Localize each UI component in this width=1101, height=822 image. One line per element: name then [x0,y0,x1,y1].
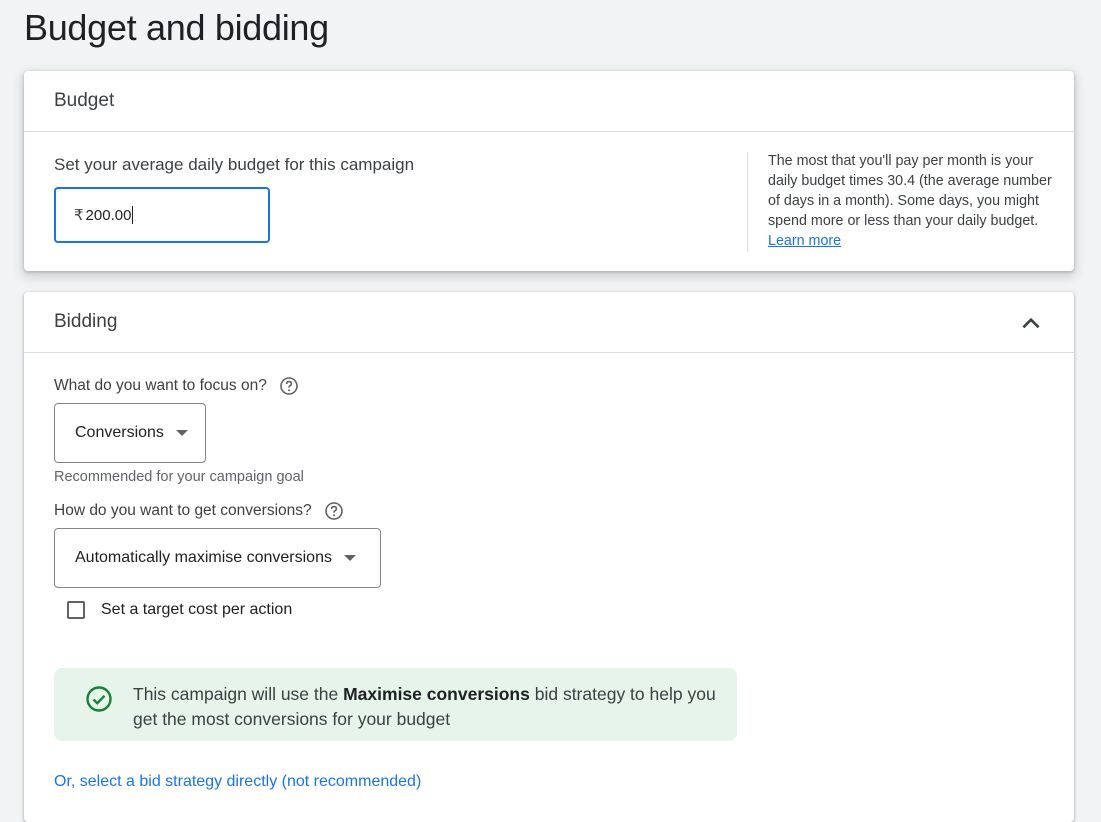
budget-card: Budget Set your average daily budget for… [24,71,1074,271]
budget-divider [747,152,748,252]
focus-dropdown-value: Conversions [75,424,164,441]
bidding-card-header[interactable]: Bidding [24,292,1074,353]
help-icon[interactable] [279,376,299,396]
page-title: Budget and bidding [24,7,329,48]
budget-help-body: The most that you'll pay per month is yo… [768,153,1052,229]
conversions-question: How do you want to get conversions? [54,501,344,521]
budget-card-header: Budget [24,71,1074,132]
conversions-strategy-dropdown[interactable]: Automatically maximise conversions [54,528,381,588]
budget-value: 200.00 [85,206,132,224]
strategy-info-banner: This campaign will use the Maximise conv… [54,668,737,741]
learn-more-link[interactable]: Learn more [768,233,841,249]
budget-card-title: Budget [54,90,115,111]
dropdown-arrow-icon [175,430,188,436]
bidding-card: Bidding What do you want to focus on? Co… [24,292,1074,822]
budget-label: Set your average daily budget for this c… [54,155,415,174]
check-circle-icon [86,686,112,712]
chevron-up-icon[interactable] [1018,310,1044,336]
target-cpa-label: Set a target cost per action [101,601,293,618]
help-icon[interactable] [324,501,344,521]
focus-dropdown[interactable]: Conversions [54,403,206,463]
daily-budget-input[interactable]: ₹ 200.00 [54,187,270,243]
dropdown-arrow-icon [343,555,356,561]
focus-question-label: What do you want to focus on? [54,377,267,395]
conversions-dropdown-value: Automatically maximise conversions [75,549,332,566]
focus-question: What do you want to focus on? [54,376,299,396]
budget-help-text: The most that you'll pay per month is yo… [768,151,1058,251]
target-cpa-option[interactable]: Set a target cost per action [67,601,292,619]
currency-symbol: ₹ [74,207,84,224]
focus-hint: Recommended for your campaign goal [54,469,304,485]
strategy-info-text: This campaign will use the Maximise conv… [133,682,733,732]
target-cpa-checkbox[interactable] [67,601,85,619]
text-cursor [132,206,134,224]
conversions-question-label: How do you want to get conversions? [54,502,312,520]
info-strategy-name: Maximise conversions [343,684,530,704]
select-bid-strategy-link[interactable]: Or, select a bid strategy directly (not … [54,773,421,791]
bidding-card-title: Bidding [54,311,118,332]
info-prefix: This campaign will use the [133,684,339,704]
